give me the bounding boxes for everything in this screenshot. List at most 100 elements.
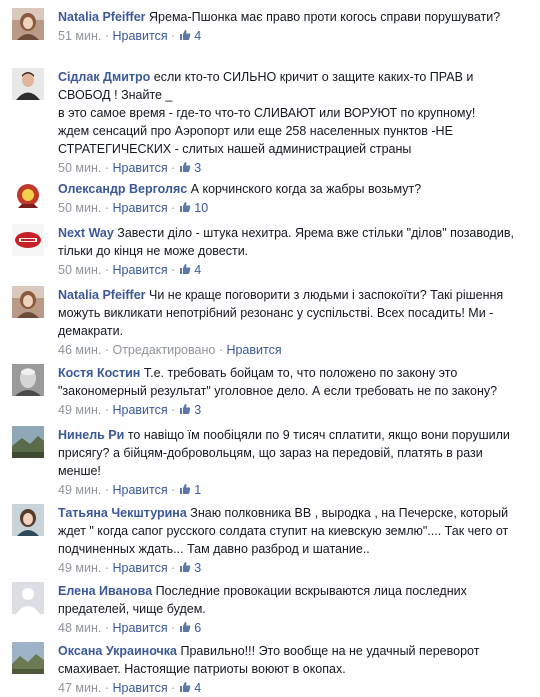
avatar[interactable] <box>12 180 44 212</box>
separator-dot: · <box>171 29 179 43</box>
comment-time[interactable]: 51 мин. <box>58 29 101 43</box>
avatar[interactable] <box>12 286 44 318</box>
like-count[interactable]: 4 <box>179 29 201 43</box>
avatar[interactable] <box>12 68 44 100</box>
avatar[interactable] <box>12 426 44 458</box>
separator-dot: · <box>171 561 179 575</box>
comment-time[interactable]: 49 мин. <box>58 561 101 575</box>
like-count-value: 10 <box>194 201 209 215</box>
thumbs-up-icon <box>179 621 191 633</box>
like-button[interactable]: Нравится <box>112 201 167 215</box>
comment-meta: 49 мин. · Нравится · 3 <box>58 559 528 577</box>
like-count-value: 4 <box>194 29 202 43</box>
thumbs-up-icon <box>179 29 191 41</box>
comment-meta: 49 мин. · Нравится · 3 <box>58 401 528 419</box>
separator-dot: · <box>171 403 179 417</box>
like-count[interactable]: 10 <box>179 201 208 215</box>
comment-text: А корчинского когда за жабры возьмут? <box>190 182 422 196</box>
comment-time[interactable]: 49 мин. <box>58 403 101 417</box>
avatar[interactable] <box>12 364 44 396</box>
like-button[interactable]: Нравится <box>112 161 167 175</box>
like-count[interactable]: 1 <box>179 483 201 497</box>
like-count-value: 3 <box>194 561 202 575</box>
comment-author[interactable]: Natalia Pfeiffer <box>58 10 146 24</box>
comment-list: Natalia Pfeiffer Ярема-Пшонка має право … <box>0 0 540 695</box>
like-count[interactable]: 6 <box>179 621 201 635</box>
like-count-value: 4 <box>194 263 202 277</box>
separator-dot: · <box>171 681 179 695</box>
like-count[interactable]: 3 <box>179 161 201 175</box>
comment-meta: 48 мин. · Нравится · 6 <box>58 619 528 637</box>
logo-icon <box>12 224 44 256</box>
like-button[interactable]: Нравится <box>112 561 167 575</box>
comment-time[interactable]: 50 мин. <box>58 263 101 277</box>
avatar[interactable] <box>12 224 44 256</box>
comment-text: Ярема-Пшонка має право проти когось спра… <box>149 10 501 24</box>
comment-time[interactable]: 49 мин. <box>58 483 101 497</box>
like-count-value: 6 <box>194 621 202 635</box>
like-button[interactable]: Нравится <box>112 483 167 497</box>
comment-author[interactable]: Natalia Pfeiffer <box>58 288 146 302</box>
avatar[interactable] <box>12 642 44 674</box>
like-button[interactable]: Нравится <box>112 681 167 695</box>
like-count-value: 3 <box>194 403 202 417</box>
comment-author[interactable]: Костя Костин <box>58 366 140 380</box>
comment-author[interactable]: Оксана Украиночка <box>58 644 177 658</box>
comment-author[interactable]: Татьяна Чекштурина <box>58 506 187 520</box>
comment-meta: 51 мин. · Нравится · 4 <box>58 27 528 45</box>
thumbs-up-icon <box>179 403 191 415</box>
comment-meta: 50 мин. · Нравится · 4 <box>58 261 528 279</box>
comment-meta: 50 мин. · Нравится · 10 <box>58 199 528 217</box>
comment-meta: 46 мин. · Отредактировано · Нравится <box>58 341 528 359</box>
comment-time[interactable]: 47 мин. <box>58 681 101 695</box>
comment-time[interactable]: 50 мин. <box>58 161 101 175</box>
comment-meta: 47 мин. · Нравится · 4 <box>58 679 528 697</box>
comment-time[interactable]: 48 мин. <box>58 621 101 635</box>
thumbs-up-icon <box>179 681 191 693</box>
separator-dot: · <box>171 483 179 497</box>
comment-author[interactable]: Сiдлак Дмитро <box>58 70 150 84</box>
comment-time[interactable]: 50 мин. <box>58 201 101 215</box>
separator-dot: · <box>171 263 179 277</box>
like-button[interactable]: Нравится <box>226 343 281 357</box>
comment-meta: 50 мин. · Нравится · 3 <box>58 159 528 177</box>
avatar[interactable] <box>12 582 44 614</box>
thumbs-up-icon <box>179 483 191 495</box>
woman-photo-icon <box>12 8 44 40</box>
comment-author[interactable]: Олександр Верголяс <box>58 182 187 196</box>
avatar[interactable] <box>12 504 44 536</box>
comment-author[interactable]: Next Way <box>58 226 114 240</box>
separator-dot: · <box>171 621 179 635</box>
portrait-bw-icon <box>12 364 44 396</box>
like-count-value: 4 <box>194 681 202 695</box>
like-count-value: 1 <box>194 483 202 497</box>
comment-author[interactable]: Нинель Ри <box>58 428 124 442</box>
default-avatar-icon <box>12 582 44 614</box>
like-count[interactable]: 3 <box>179 403 201 417</box>
woman-photo-icon <box>12 504 44 536</box>
man-photo-icon <box>12 68 44 100</box>
comment-time[interactable]: 46 мин. <box>58 343 101 357</box>
avatar[interactable] <box>12 8 44 40</box>
emblem-icon <box>12 180 44 212</box>
landscape-photo-icon <box>12 642 44 674</box>
woman-photo-icon <box>12 286 44 318</box>
comment-text: то навіщо їм пообіцяли по 9 тисяч сплати… <box>58 428 514 478</box>
comment-text: Завести діло - штука нехитра. Ярема вже … <box>58 226 518 258</box>
like-button[interactable]: Нравится <box>112 403 167 417</box>
like-button[interactable]: Нравится <box>112 621 167 635</box>
comment-author[interactable]: Елена Иванова <box>58 584 152 598</box>
edited-label[interactable]: Отредактировано <box>112 343 215 357</box>
separator-dot: · <box>171 201 179 215</box>
thumbs-up-icon <box>179 561 191 573</box>
thumbs-up-icon <box>179 161 191 173</box>
thumbs-up-icon <box>179 201 191 213</box>
like-count[interactable]: 3 <box>179 561 201 575</box>
like-count-value: 3 <box>194 161 202 175</box>
separator-dot: · <box>171 161 179 175</box>
comment-meta: 49 мин. · Нравится · 1 <box>58 481 528 499</box>
like-button[interactable]: Нравится <box>112 263 167 277</box>
like-count[interactable]: 4 <box>179 681 201 695</box>
like-count[interactable]: 4 <box>179 263 201 277</box>
like-button[interactable]: Нравится <box>112 29 167 43</box>
